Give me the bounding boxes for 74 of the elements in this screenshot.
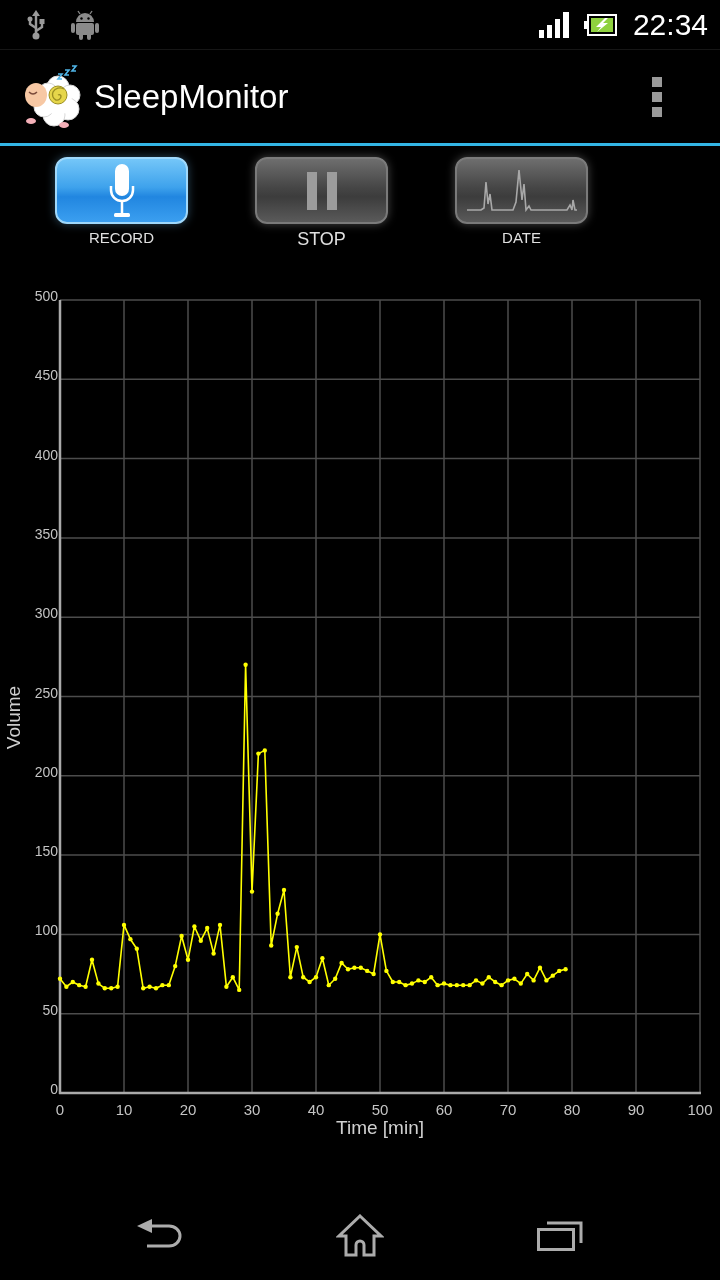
microphone-icon: [108, 163, 135, 218]
button-label: RECORD: [89, 230, 154, 245]
y-tick-label: 150: [34, 843, 58, 860]
data-point: [211, 951, 216, 956]
data-point: [237, 987, 242, 993]
battery-icon: [583, 13, 617, 36]
data-point: [217, 922, 223, 928]
data-point: [230, 975, 235, 980]
data-point: [205, 925, 210, 931]
x-tick-label: 30: [243, 1101, 261, 1118]
y-tick-label: 300: [34, 605, 58, 622]
y-tick-label: 450: [34, 367, 58, 384]
data-point: [224, 984, 229, 989]
y-tick-label: 250: [34, 684, 58, 701]
data-point: [390, 979, 395, 985]
data-point: [429, 975, 434, 980]
stop-button[interactable]: [255, 157, 388, 224]
data-point: [121, 922, 127, 928]
data-point: [57, 976, 63, 981]
data-point: [288, 975, 293, 980]
data-point: [384, 968, 389, 974]
signal-icon: [538, 11, 569, 38]
data-point: [537, 965, 543, 970]
x-tick-label: 80: [563, 1101, 581, 1118]
x-tick-label: 100: [687, 1101, 713, 1118]
data-point: [333, 976, 338, 981]
data-point: [198, 938, 203, 943]
data-point: [249, 889, 255, 894]
button-label: STOP: [297, 230, 346, 248]
x-tick-label: 90: [627, 1101, 645, 1118]
app-title: SleepMonitor: [94, 80, 290, 113]
data-point: [179, 933, 184, 939]
x-tick-label: 40: [307, 1101, 325, 1118]
button-label: DATE: [502, 230, 541, 245]
robot-icon: [70, 9, 100, 40]
y-tick-label: 400: [34, 446, 58, 463]
x-axis-title: Time [min]: [336, 1117, 424, 1138]
sheep-icon: [22, 64, 82, 129]
pause-icon: [306, 171, 337, 210]
home-icon[interactable]: [336, 1213, 384, 1257]
data-point: [185, 957, 191, 962]
y-tick-label: 50: [42, 1001, 58, 1018]
status-time: 22:34: [632, 9, 708, 40]
y-tick-label: 100: [34, 922, 58, 939]
data-point: [281, 887, 287, 893]
data-point: [275, 911, 280, 916]
data-point: [173, 963, 178, 969]
data-point: [192, 924, 197, 929]
x-tick-label: 20: [179, 1101, 197, 1118]
usb-icon: [27, 9, 45, 40]
data-point: [294, 944, 299, 950]
x-tick-label: 60: [435, 1101, 453, 1118]
date-button[interactable]: [455, 157, 588, 224]
more-icon: [652, 76, 662, 117]
x-tick-label: 70: [499, 1101, 517, 1118]
y-tick-label: 0: [50, 1081, 58, 1097]
data-point: [326, 982, 331, 988]
y-axis-title: Volume: [3, 685, 24, 750]
y-tick-label: 500: [34, 288, 58, 304]
data-point: [128, 936, 133, 942]
record-button[interactable]: [55, 157, 188, 224]
x-tick-label: 10: [115, 1101, 133, 1118]
y-tick-label: 350: [34, 525, 58, 542]
x-tick-label: 50: [371, 1101, 389, 1118]
recents-icon[interactable]: [537, 1219, 583, 1251]
y-tick-label: 200: [34, 763, 58, 780]
x-tick-label: 0: [55, 1101, 65, 1118]
data-point: [243, 662, 248, 667]
data-point: [377, 932, 383, 937]
data-point: [89, 957, 95, 962]
data-point: [134, 946, 139, 951]
data-point: [269, 943, 274, 948]
waveform-icon: [466, 169, 577, 212]
data-point: [320, 956, 325, 961]
